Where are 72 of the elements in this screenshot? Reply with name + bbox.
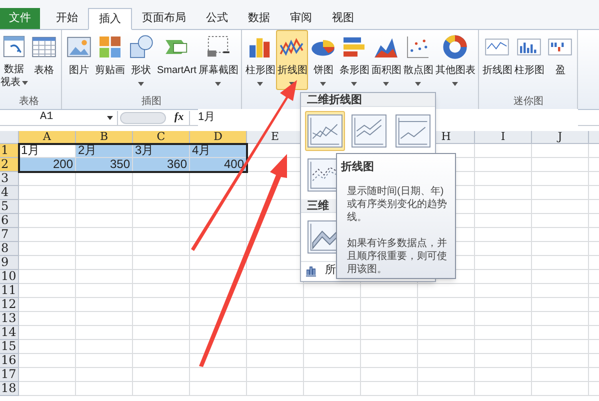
ribbon-button[interactable]: 盈: [545, 30, 576, 90]
table-cell[interactable]: 3月: [133, 144, 190, 158]
column-header[interactable]: I: [475, 131, 532, 144]
table-cell[interactable]: 4月: [190, 144, 247, 158]
insert-function-button[interactable]: fx: [169, 109, 189, 126]
row-header[interactable]: 7: [0, 228, 19, 242]
ribbon-button[interactable]: 饼图: [308, 30, 338, 90]
ribbon-button[interactable]: 散点图: [402, 30, 434, 90]
ribbon-button[interactable]: 数据 视表: [0, 30, 29, 90]
ribbon-button[interactable]: 柱形图: [513, 30, 546, 90]
group-label: 迷你图: [513, 94, 544, 109]
row-header[interactable]: 5: [0, 200, 19, 214]
tooltip-text: 如果有许多数据点，并且顺序很重要，则可使用该图。: [346, 236, 448, 276]
row-header[interactable]: 15: [0, 340, 19, 354]
ribbon-tab[interactable]: 公式: [196, 8, 238, 29]
ribbon-button[interactable]: 屏幕截图: [197, 30, 240, 90]
ribbon-button[interactable]: 折线图: [481, 30, 514, 90]
row-header[interactable]: 9: [0, 256, 19, 270]
ribbon-button[interactable]: 面积图: [370, 30, 402, 90]
ribbon-button[interactable]: 其他图表: [434, 30, 476, 90]
column-header[interactable]: J: [532, 131, 589, 144]
row-header[interactable]: 3: [0, 172, 19, 186]
dropdown-icon[interactable]: [107, 116, 113, 120]
splitter-handle[interactable]: [120, 112, 166, 124]
ribbon-button[interactable]: 条形图: [338, 30, 370, 90]
column-header[interactable]: B: [76, 131, 133, 144]
table-cell[interactable]: 360: [133, 158, 190, 172]
table-cell[interactable]: 350: [76, 158, 133, 172]
name-box[interactable]: A1: [0, 110, 118, 124]
row-header[interactable]: 1: [0, 144, 19, 158]
ribbon-tab[interactable]: 审阅: [280, 8, 322, 29]
section-heading: 二维折线图: [301, 93, 435, 107]
ribbon-tab[interactable]: 开始: [46, 8, 88, 29]
ribbon-button[interactable]: 表格: [29, 30, 59, 90]
table-cell[interactable]: 200: [19, 158, 76, 172]
row-header[interactable]: 18: [0, 382, 19, 396]
line-chart-icon: [307, 114, 343, 148]
ribbon-button[interactable]: 折线图: [276, 30, 308, 90]
row-header[interactable]: 6: [0, 214, 19, 228]
ribbon-button[interactable]: SmartArt: [156, 30, 198, 90]
ribbon-tab[interactable]: 视图: [322, 8, 364, 29]
row-header[interactable]: 13: [0, 312, 19, 326]
row-header[interactable]: 17: [0, 368, 19, 382]
group-label: 插图: [142, 95, 162, 109]
donut-chart-icon: [441, 33, 470, 61]
row-header[interactable]: 16: [0, 354, 19, 368]
ribbon-button[interactable]: 图片: [64, 30, 94, 90]
table-cell[interactable]: 2月: [76, 144, 133, 158]
shapes-icon: [127, 33, 155, 61]
ribbon-tab[interactable]: 页面布局: [132, 8, 196, 29]
ribbon-button[interactable]: 剪贴画: [94, 30, 126, 90]
ribbon-button[interactable]: 柱形图: [244, 30, 276, 90]
tooltip-title: 折线图: [341, 160, 375, 175]
column-chart-icon: [305, 264, 317, 276]
ribbon-tab[interactable]: 数据: [238, 8, 280, 29]
row-header[interactable]: 8: [0, 242, 19, 256]
group-label: 表格: [19, 94, 39, 109]
row-header[interactable]: 2: [0, 158, 19, 172]
row-header[interactable]: 4: [0, 186, 19, 200]
row-header[interactable]: 10: [0, 270, 19, 284]
column-header[interactable]: D: [190, 131, 247, 144]
line-chart-icon: [395, 114, 431, 148]
ribbon-tab[interactable]: 插入: [88, 8, 132, 30]
column-header[interactable]: A: [19, 131, 76, 144]
row-header[interactable]: 12: [0, 298, 19, 312]
ribbon-button[interactable]: 形状: [126, 30, 156, 90]
row-header[interactable]: 11: [0, 284, 19, 298]
column-header[interactable]: C: [133, 131, 190, 144]
line-chart-icon: [351, 114, 387, 148]
chart-type-option[interactable]: [305, 111, 345, 151]
row-header[interactable]: 14: [0, 326, 19, 340]
file-tab[interactable]: 文件: [0, 8, 40, 29]
